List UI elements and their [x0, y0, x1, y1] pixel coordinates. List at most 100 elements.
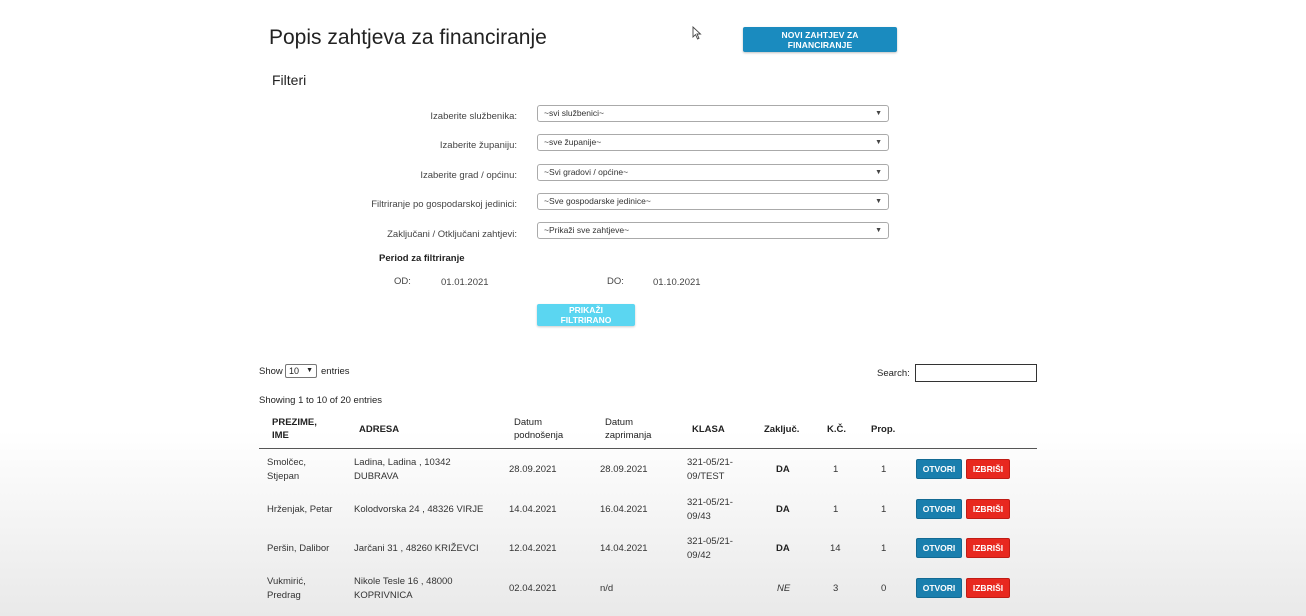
filter-select-city[interactable]: ~Svi gradovi / općine~ ▼	[537, 164, 889, 181]
cell-line: DUBRAVA	[354, 471, 399, 482]
dropdown-arrow-icon: ▼	[875, 227, 882, 234]
cell-kc: 1	[833, 464, 839, 475]
col-header-address[interactable]: ADRESA	[359, 423, 399, 436]
cell-line: Vukmirić,	[267, 576, 306, 587]
cell-klasa: 321-05/21- 09/TEST	[687, 456, 733, 484]
cell-line: Nikole Tesle 16 , 48000	[354, 576, 453, 587]
page-title: Popis zahtjeva za financiranje	[269, 26, 547, 49]
cell-line: Stjepan	[267, 471, 300, 482]
cell-locked: NE	[777, 583, 791, 594]
delete-button[interactable]: IZBRIŠI	[966, 459, 1010, 479]
filter-select-value: ~svi službenici~	[544, 108, 605, 118]
cell-prop: 1	[881, 543, 887, 554]
cell-address: Nikole Tesle 16 , 48000 KOPRIVNICA	[354, 575, 453, 603]
period-from-label: OD:	[394, 276, 411, 287]
open-button[interactable]: OTVORI	[916, 459, 962, 479]
filter-select-locked[interactable]: ~Prikaži sve zahtjeve~ ▼	[537, 222, 889, 239]
cell-received: 28.09.2021	[600, 464, 648, 475]
cell-name: Hrženjak, Petar	[267, 504, 333, 515]
filter-label-city: Izaberite grad / općinu:	[420, 170, 517, 181]
col-header-line: zaprimanja	[605, 430, 652, 441]
dropdown-arrow-icon: ▼	[875, 110, 882, 117]
open-button[interactable]: OTVORI	[916, 578, 962, 598]
col-header-submitted[interactable]: Datum podnošenja	[514, 416, 563, 442]
col-header-line: Datum	[514, 417, 542, 428]
mouse-cursor-icon	[692, 26, 702, 40]
delete-button[interactable]: IZBRIŠI	[966, 499, 1010, 519]
new-request-button[interactable]: NOVI ZAHTJEV ZA FINANCIRANJE	[743, 27, 897, 52]
cell-name: Peršin, Dalibor	[267, 543, 330, 554]
filter-select-value: ~sve županije~	[544, 137, 602, 147]
col-header-kc[interactable]: K.Č.	[827, 423, 846, 436]
cell-submitted: 28.09.2021	[509, 464, 557, 475]
cell-address: Ladina, Ladina , 10342 DUBRAVA	[354, 456, 451, 484]
cell-klasa: 321-05/21- 09/42	[687, 535, 733, 563]
col-header-name[interactable]: PREZIME, IME	[272, 416, 317, 442]
entries-select-value: 10	[289, 366, 300, 376]
period-to-input[interactable]: 01.10.2021	[653, 277, 701, 288]
delete-button[interactable]: IZBRIŠI	[966, 578, 1010, 598]
col-header-received[interactable]: Datum zaprimanja	[605, 416, 651, 442]
cell-submitted: 12.04.2021	[509, 543, 557, 554]
show-filtered-button[interactable]: PRIKAŽI FILTRIRANO	[537, 304, 635, 326]
dropdown-arrow-icon: ▼	[306, 367, 313, 374]
filters-title: Filteri	[272, 72, 307, 88]
col-header-name-line: IME	[272, 430, 289, 441]
cell-submitted: 02.04.2021	[509, 583, 557, 594]
period-title: Period za filtriranje	[379, 253, 465, 264]
cell-submitted: 14.04.2021	[509, 504, 557, 515]
cell-name: Smolčec, Stjepan	[267, 456, 306, 484]
cell-received: 16.04.2021	[600, 504, 648, 515]
cell-prop: 1	[881, 504, 887, 515]
table-header-divider	[259, 448, 1037, 449]
show-label: Show	[259, 366, 283, 377]
col-header-name-line: PREZIME,	[272, 417, 317, 428]
cell-line: KOPRIVNICA	[354, 590, 413, 601]
cell-locked: DA	[776, 464, 790, 475]
cell-received: 14.04.2021	[600, 543, 648, 554]
cell-address: Kolodvorska 24 , 48326 VIRJE	[354, 504, 484, 515]
dropdown-arrow-icon: ▼	[875, 169, 882, 176]
table-info: Showing 1 to 10 of 20 entries	[259, 395, 383, 406]
filter-label-official: Izaberite službenika:	[430, 111, 517, 122]
cell-line: 321-05/21-	[687, 536, 733, 547]
cell-prop: 1	[881, 464, 887, 475]
cell-locked: DA	[776, 543, 790, 554]
page-background	[0, 430, 1306, 616]
filter-label-county: Izaberite županiju:	[439, 140, 517, 151]
cell-received: n/d	[600, 583, 614, 594]
filter-select-value: ~Sve gospodarske jedinice~	[544, 196, 651, 206]
filter-select-value: ~Prikaži sve zahtjeve~	[544, 225, 630, 235]
cell-kc: 3	[833, 583, 839, 594]
open-button[interactable]: OTVORI	[916, 499, 962, 519]
cell-name: Vukmirić, Predrag	[267, 575, 306, 603]
filter-label-locked: Zaključani / Otključani zahtjevi:	[387, 229, 517, 240]
cell-locked: DA	[776, 504, 790, 515]
col-header-prop[interactable]: Prop.	[871, 423, 895, 436]
filter-select-county[interactable]: ~sve županije~ ▼	[537, 134, 889, 151]
search-input[interactable]	[915, 364, 1037, 382]
cell-line: 321-05/21-	[687, 457, 733, 468]
period-from-input[interactable]: 01.01.2021	[441, 277, 489, 288]
cell-line: Ladina, Ladina , 10342	[354, 457, 451, 468]
filter-select-official[interactable]: ~svi službenici~ ▼	[537, 105, 889, 122]
cell-kc: 1	[833, 504, 839, 515]
cell-line: Predrag	[267, 590, 301, 601]
cell-address: Jarčani 31 , 48260 KRIŽEVCI	[354, 543, 479, 554]
filter-label-unit: Filtriranje po gospodarskoj jedinici:	[371, 199, 517, 210]
cell-line: 321-05/21-	[687, 497, 733, 508]
cell-line: 09/42	[687, 550, 711, 561]
delete-button[interactable]: IZBRIŠI	[966, 538, 1010, 558]
col-header-line: Datum	[605, 417, 633, 428]
search-label: Search:	[877, 368, 910, 379]
open-button[interactable]: OTVORI	[916, 538, 962, 558]
cell-kc: 14	[830, 543, 841, 554]
entries-select[interactable]: 10 ▼	[285, 364, 317, 378]
col-header-locked[interactable]: Zaključ.	[764, 423, 799, 436]
cell-klasa: 321-05/21- 09/43	[687, 496, 733, 524]
cell-line: 09/TEST	[687, 471, 725, 482]
cell-prop: 0	[881, 583, 887, 594]
cell-line: 09/43	[687, 511, 711, 522]
filter-select-unit[interactable]: ~Sve gospodarske jedinice~ ▼	[537, 193, 889, 210]
col-header-klasa[interactable]: KLASA	[692, 423, 725, 436]
